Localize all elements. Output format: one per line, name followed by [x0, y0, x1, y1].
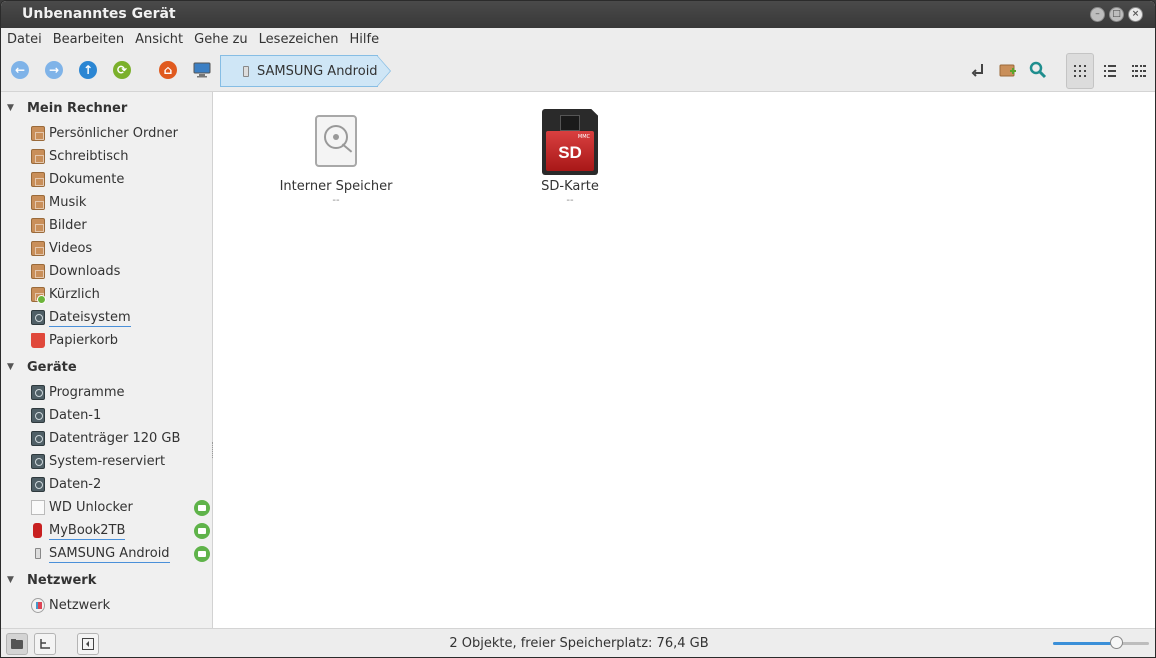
eject-icon[interactable] — [194, 546, 210, 562]
zoom-fill — [1053, 642, 1117, 645]
section-mein-rechner[interactable]: ▼ Mein Rechner — [1, 97, 213, 119]
phone-icon — [35, 548, 41, 559]
breadcrumb: SAMSUNG Android — [220, 55, 378, 87]
maximize-icon[interactable]: □ — [1109, 7, 1124, 22]
sd-card-text: SD — [558, 143, 582, 162]
window-controls: – □ × — [1090, 7, 1143, 22]
zoom-slider[interactable] — [1053, 636, 1149, 649]
drive-icon — [31, 408, 45, 423]
back-icon[interactable]: ← — [10, 60, 30, 80]
breadcrumb-samsung-android[interactable]: SAMSUNG Android — [220, 55, 392, 87]
sidebar-item-dokumente[interactable]: Dokumente — [1, 169, 213, 191]
sidebar-item-samsung-android[interactable]: SAMSUNG Android — [1, 543, 213, 565]
menu-hilfe[interactable]: Hilfe — [350, 32, 380, 47]
check-badge-icon — [37, 295, 46, 304]
search-icon[interactable] — [1028, 60, 1048, 80]
sidebar-item-daten-1[interactable]: Daten-1 — [1, 405, 213, 427]
drive-icon — [31, 477, 45, 492]
usb-drive-icon — [33, 523, 42, 538]
title-bar[interactable]: Unbenanntes Gerät – □ × — [1, 1, 1155, 28]
up-icon[interactable]: ↑ — [78, 60, 98, 80]
music-folder-icon — [31, 195, 45, 210]
sidebar-item-musik[interactable]: Musik — [1, 192, 213, 214]
sidebar-item-schreibtisch[interactable]: Schreibtisch — [1, 146, 213, 168]
sidebar-item-netzwerk[interactable]: Netzwerk — [1, 595, 213, 617]
sidebar-item-datentraeger-120gb[interactable]: Datenträger 120 GB — [1, 428, 213, 450]
menu-ansicht[interactable]: Ansicht — [135, 32, 183, 47]
drive-icon — [31, 454, 45, 469]
filesystem-drive-icon — [31, 310, 45, 325]
section-geraete[interactable]: ▼ Geräte — [1, 356, 213, 378]
sidebar-item-downloads[interactable]: Downloads — [1, 261, 213, 283]
section-title: Geräte — [27, 359, 77, 375]
home-icon[interactable]: ⌂ — [158, 60, 178, 80]
section-title: Netzwerk — [27, 572, 97, 588]
toggle-location-icon[interactable] — [968, 60, 988, 80]
list-view-icon[interactable] — [1096, 53, 1124, 89]
minimize-icon[interactable]: – — [1090, 7, 1105, 22]
sidebar-item-wd-unlocker[interactable]: WD Unlocker — [1, 497, 213, 519]
computer-icon[interactable] — [192, 60, 212, 80]
file-item-sd-karte[interactable]: SD MMC SD-Karte -- — [495, 107, 645, 206]
pictures-folder-icon — [31, 218, 45, 233]
videos-folder-icon — [31, 241, 45, 256]
sd-card-icon: SD MMC — [542, 109, 598, 175]
file-manager-window: Unbenanntes Gerät – □ × Datei Bearbeiten… — [0, 0, 1156, 658]
eject-icon[interactable] — [194, 500, 210, 516]
file-name: SD-Karte — [541, 179, 599, 194]
file-subtitle: -- — [566, 195, 574, 206]
new-folder-icon[interactable] — [998, 60, 1018, 80]
documents-folder-icon — [31, 172, 45, 187]
close-icon[interactable]: × — [1128, 7, 1143, 22]
home-folder-icon — [31, 126, 45, 141]
expand-arrow-icon: ▼ — [7, 362, 14, 372]
menu-datei[interactable]: Datei — [7, 32, 42, 47]
eject-icon[interactable] — [194, 523, 210, 539]
icon-view-icon[interactable] — [1066, 53, 1094, 89]
sidebar-item-dateisystem[interactable]: Dateisystem — [1, 307, 213, 329]
section-title: Mein Rechner — [27, 100, 128, 116]
reload-icon[interactable]: ⟳ — [112, 60, 132, 80]
phone-icon — [243, 66, 249, 77]
expand-arrow-icon: ▼ — [7, 575, 14, 585]
forward-icon[interactable]: → — [44, 60, 64, 80]
menu-bearbeiten[interactable]: Bearbeiten — [53, 32, 124, 47]
status-bar: 2 Objekte, freier Speicherplatz: 76,4 GB — [1, 628, 1155, 657]
file-view: Interner Speicher -- SD MMC SD-Karte -- — [214, 92, 1155, 628]
sidebar-item-papierkorb[interactable]: Papierkorb — [1, 330, 213, 352]
menu-bar: Datei Bearbeiten Ansicht Gehe zu Lesezei… — [1, 28, 1155, 50]
downloads-folder-icon — [31, 264, 45, 279]
menu-lesezeichen[interactable]: Lesezeichen — [259, 32, 339, 47]
sidebar-item-mybook2tb[interactable]: MyBook2TB — [1, 520, 213, 542]
section-netzwerk[interactable]: ▼ Netzwerk — [1, 569, 213, 591]
drive-icon — [31, 385, 45, 400]
expand-arrow-icon: ▼ — [7, 103, 14, 113]
sidebar-item-videos[interactable]: Videos — [1, 238, 213, 260]
sidebar-item-kuerzlich[interactable]: Kürzlich — [1, 284, 213, 306]
drive-icon — [31, 431, 45, 446]
sidebar: ▼ Mein Rechner Persönlicher Ordner Schre… — [1, 92, 213, 628]
compact-view-icon[interactable] — [1125, 53, 1153, 89]
file-subtitle: -- — [332, 195, 340, 206]
hard-drive-icon — [315, 115, 357, 167]
sidebar-item-persoenlicher-ordner[interactable]: Persönlicher Ordner — [1, 123, 213, 145]
file-name: Interner Speicher — [279, 179, 393, 194]
network-icon — [31, 598, 45, 613]
breadcrumb-label: SAMSUNG Android — [257, 63, 378, 79]
sidebar-resize-handle[interactable] — [212, 442, 213, 458]
window-title: Unbenanntes Gerät — [22, 6, 176, 22]
file-item-interner-speicher[interactable]: Interner Speicher -- — [261, 107, 411, 206]
sidebar-item-daten-2[interactable]: Daten-2 — [1, 474, 213, 496]
sidebar-item-programme[interactable]: Programme — [1, 382, 213, 404]
desktop-folder-icon — [31, 149, 45, 164]
optical-drive-icon — [31, 500, 45, 515]
trash-icon — [31, 333, 45, 348]
sidebar-item-bilder[interactable]: Bilder — [1, 215, 213, 237]
menu-gehe-zu[interactable]: Gehe zu — [194, 32, 248, 47]
sd-card-badge: MMC — [577, 134, 590, 140]
status-text: 2 Objekte, freier Speicherplatz: 76,4 GB — [449, 636, 709, 651]
toolbar: ← → ↑ ⟳ ⌂ SAMSUNG Android — [1, 50, 1155, 92]
sidebar-item-system-reserviert[interactable]: System-reserviert — [1, 451, 213, 473]
